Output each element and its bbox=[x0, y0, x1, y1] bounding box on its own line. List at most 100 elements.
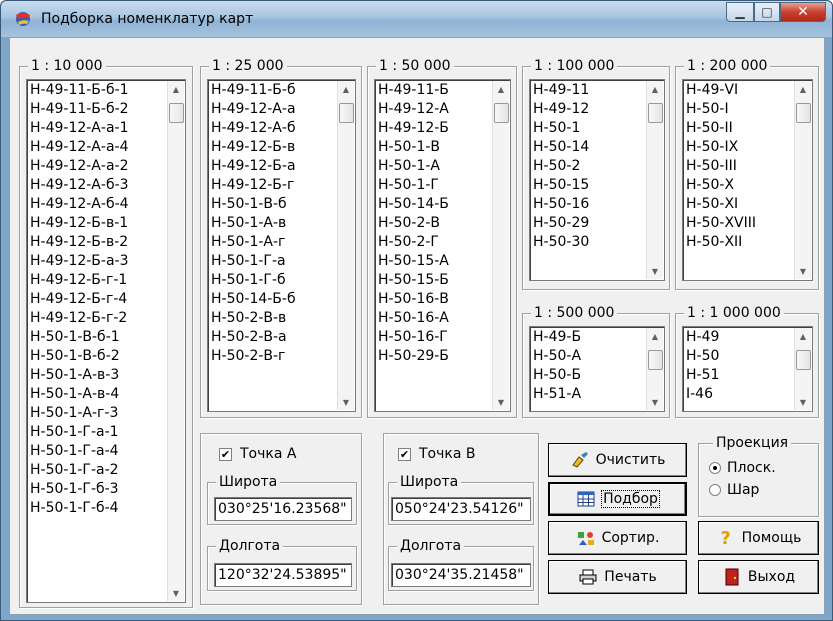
scroll-up-icon[interactable]: ▲ bbox=[795, 328, 811, 344]
point-b-checkbox[interactable]: ✔ Точка В bbox=[398, 446, 475, 462]
scrollbar-200000[interactable]: ▲ ▼ bbox=[794, 81, 811, 279]
scroll-up-icon[interactable]: ▲ bbox=[647, 328, 663, 344]
list-item[interactable]: Н-49-12-А-а-4 bbox=[30, 138, 167, 157]
close-button[interactable]: ✕ bbox=[780, 2, 826, 22]
list-item[interactable]: Н-49-12-Б-г bbox=[211, 176, 337, 195]
list-item[interactable]: Н-50-2-В-в bbox=[211, 309, 337, 328]
list-item[interactable]: Н-50-16 bbox=[533, 195, 646, 214]
list-item[interactable]: Н-49-11-Б-б bbox=[211, 81, 337, 100]
scroll-up-icon[interactable]: ▲ bbox=[493, 81, 509, 97]
list-item[interactable]: Н-50-29-Б bbox=[378, 347, 492, 366]
list-item[interactable]: Н-50-15-А bbox=[378, 252, 492, 271]
scroll-up-icon[interactable]: ▲ bbox=[647, 81, 663, 97]
list-item[interactable]: Н-50-1-В-б bbox=[211, 195, 337, 214]
scroll-down-icon[interactable]: ▼ bbox=[795, 394, 811, 410]
list-item[interactable]: Н-49-12-А-а bbox=[211, 100, 337, 119]
list-item[interactable]: Н-50-16-А bbox=[378, 309, 492, 328]
list-item[interactable]: Н-49-11-Б-б-2 bbox=[30, 100, 167, 119]
list-item[interactable]: Н-50-1-В bbox=[378, 138, 492, 157]
list-item[interactable]: Н-50-15-Б bbox=[378, 271, 492, 290]
list-item[interactable]: Н-50-X bbox=[686, 176, 794, 195]
list-item[interactable]: Н-50-XII bbox=[686, 233, 794, 252]
list-item[interactable]: Н-50-16-В bbox=[378, 290, 492, 309]
list-item[interactable]: Н-50-1-В-б-1 bbox=[30, 328, 167, 347]
scrollbar-100000[interactable]: ▲ ▼ bbox=[646, 81, 663, 279]
title-bar[interactable]: Подборка номенклатур карт ▁ □ ✕ bbox=[1, 1, 832, 37]
list-item[interactable]: Н-50-1-Г-б-4 bbox=[30, 499, 167, 518]
list-item[interactable]: Н-50-1-Г-б bbox=[211, 271, 337, 290]
list-item[interactable]: Н-50-29 bbox=[533, 214, 646, 233]
list-item[interactable]: Н-50 bbox=[686, 347, 794, 366]
list-item[interactable]: Н-49-12 bbox=[533, 100, 646, 119]
scroll-down-icon[interactable]: ▼ bbox=[647, 394, 663, 410]
minimize-button[interactable]: ▁ bbox=[726, 2, 754, 22]
scroll-down-icon[interactable]: ▼ bbox=[168, 585, 184, 601]
list-item[interactable]: Н-49-12-Б-г-4 bbox=[30, 290, 167, 309]
clear-button[interactable]: Очистить bbox=[548, 443, 687, 477]
list-item[interactable]: Н-50-1-А-г-3 bbox=[30, 404, 167, 423]
help-button[interactable]: ? Помощь bbox=[698, 521, 819, 555]
list-item[interactable]: Н-49-12-А bbox=[378, 100, 492, 119]
scroll-up-icon[interactable]: ▲ bbox=[795, 81, 811, 97]
list-item[interactable]: Н-51-А bbox=[533, 385, 646, 404]
list-item[interactable]: Н-50-1-А-в bbox=[211, 214, 337, 233]
list-item[interactable]: Н-50-1-А-в-3 bbox=[30, 366, 167, 385]
list-item[interactable]: Н-50-14 bbox=[533, 138, 646, 157]
select-button[interactable]: Подбор bbox=[548, 482, 687, 516]
scroll-down-icon[interactable]: ▼ bbox=[647, 263, 663, 279]
projection-flat-radio[interactable]: Плоск. bbox=[709, 460, 776, 476]
list-item[interactable]: Н-49-12-Б-в-1 bbox=[30, 214, 167, 233]
list-item[interactable]: Н-50-2-В bbox=[378, 214, 492, 233]
list-item[interactable]: Н-50-2-В-а bbox=[211, 328, 337, 347]
point-a-latitude-input[interactable]: 030°25'16.23568" bbox=[214, 497, 352, 521]
scroll-thumb[interactable] bbox=[339, 103, 354, 123]
list-item[interactable]: Н-50-1 bbox=[533, 119, 646, 138]
maximize-button[interactable]: □ bbox=[754, 2, 780, 22]
list-item[interactable]: Н-49-11-Б bbox=[378, 81, 492, 100]
list-item[interactable]: Н-50-14-Б bbox=[378, 195, 492, 214]
point-a-checkbox[interactable]: ✔ Точка А bbox=[219, 446, 296, 462]
projection-sphere-radio[interactable]: Шар bbox=[709, 482, 759, 498]
list-item[interactable]: Н-49-12-Б-г-2 bbox=[30, 309, 167, 328]
list-item[interactable]: Н-49-12-А-б-3 bbox=[30, 176, 167, 195]
list-item[interactable]: Н-49-12-А-а-1 bbox=[30, 119, 167, 138]
list-item[interactable]: Н-49-12-Б-а bbox=[211, 157, 337, 176]
list-item[interactable]: Н-50-IX bbox=[686, 138, 794, 157]
scroll-thumb[interactable] bbox=[796, 350, 811, 370]
list-item[interactable]: Н-50-1-Г-а-4 bbox=[30, 442, 167, 461]
list-item[interactable]: Н-49-Б bbox=[533, 328, 646, 347]
list-item[interactable]: Н-50-14-Б-б bbox=[211, 290, 337, 309]
listbox-200000[interactable]: Н-49-VI Н-50-I Н-50-II Н-50-IX Н-50-III Н-50-… bbox=[682, 79, 813, 281]
scroll-thumb[interactable] bbox=[796, 103, 811, 123]
scrollbar-50000[interactable]: ▲ ▼ bbox=[492, 81, 509, 410]
scroll-thumb[interactable] bbox=[169, 103, 184, 123]
list-item[interactable]: Н-49-12-Б-в bbox=[211, 138, 337, 157]
list-item[interactable]: Н-50-16-Г bbox=[378, 328, 492, 347]
list-item[interactable]: Н-50-XVIII bbox=[686, 214, 794, 233]
list-item[interactable]: Н-50-Б bbox=[533, 366, 646, 385]
list-item[interactable]: Н-49-12-Б bbox=[378, 119, 492, 138]
list-item[interactable]: Н-50-2-В-г bbox=[211, 347, 337, 366]
listbox-10000[interactable]: Н-49-11-Б-б-1 Н-49-11-Б-б-2 Н-49-12-А-а-1 Н… bbox=[26, 79, 186, 603]
list-item[interactable]: Н-50-I bbox=[686, 100, 794, 119]
list-item[interactable]: Н-50-1-В-б-2 bbox=[30, 347, 167, 366]
list-item[interactable]: Н-50-1-Г-а-1 bbox=[30, 423, 167, 442]
list-item[interactable]: Н-49-12-Б-г-1 bbox=[30, 271, 167, 290]
list-item[interactable]: Н-49-VI bbox=[686, 81, 794, 100]
list-item[interactable]: Н-49-12-А-б bbox=[211, 119, 337, 138]
list-item[interactable]: Н-51 bbox=[686, 366, 794, 385]
list-item[interactable]: Н-50-1-А-в-4 bbox=[30, 385, 167, 404]
sort-button[interactable]: Сортир. bbox=[548, 521, 687, 555]
list-item[interactable]: Н-50-2 bbox=[533, 157, 646, 176]
list-item[interactable]: Н-50-2-Г bbox=[378, 233, 492, 252]
point-a-longitude-input[interactable]: 120°32'24.53895" bbox=[214, 563, 352, 587]
listbox-100000[interactable]: Н-49-11 Н-49-12 Н-50-1 Н-50-14 Н-50-2 Н-50-15… bbox=[529, 79, 665, 281]
scroll-up-icon[interactable]: ▲ bbox=[168, 81, 184, 97]
scrollbar-25000[interactable]: ▲ ▼ bbox=[337, 81, 354, 410]
list-item[interactable]: Н-50-XI bbox=[686, 195, 794, 214]
list-item[interactable]: Н-49-11 bbox=[533, 81, 646, 100]
list-item[interactable]: Н-50-А bbox=[533, 347, 646, 366]
list-item[interactable]: Н-49-12-Б-в-2 bbox=[30, 233, 167, 252]
scroll-down-icon[interactable]: ▼ bbox=[338, 394, 354, 410]
list-item[interactable]: Н-50-1-Г-б-3 bbox=[30, 480, 167, 499]
